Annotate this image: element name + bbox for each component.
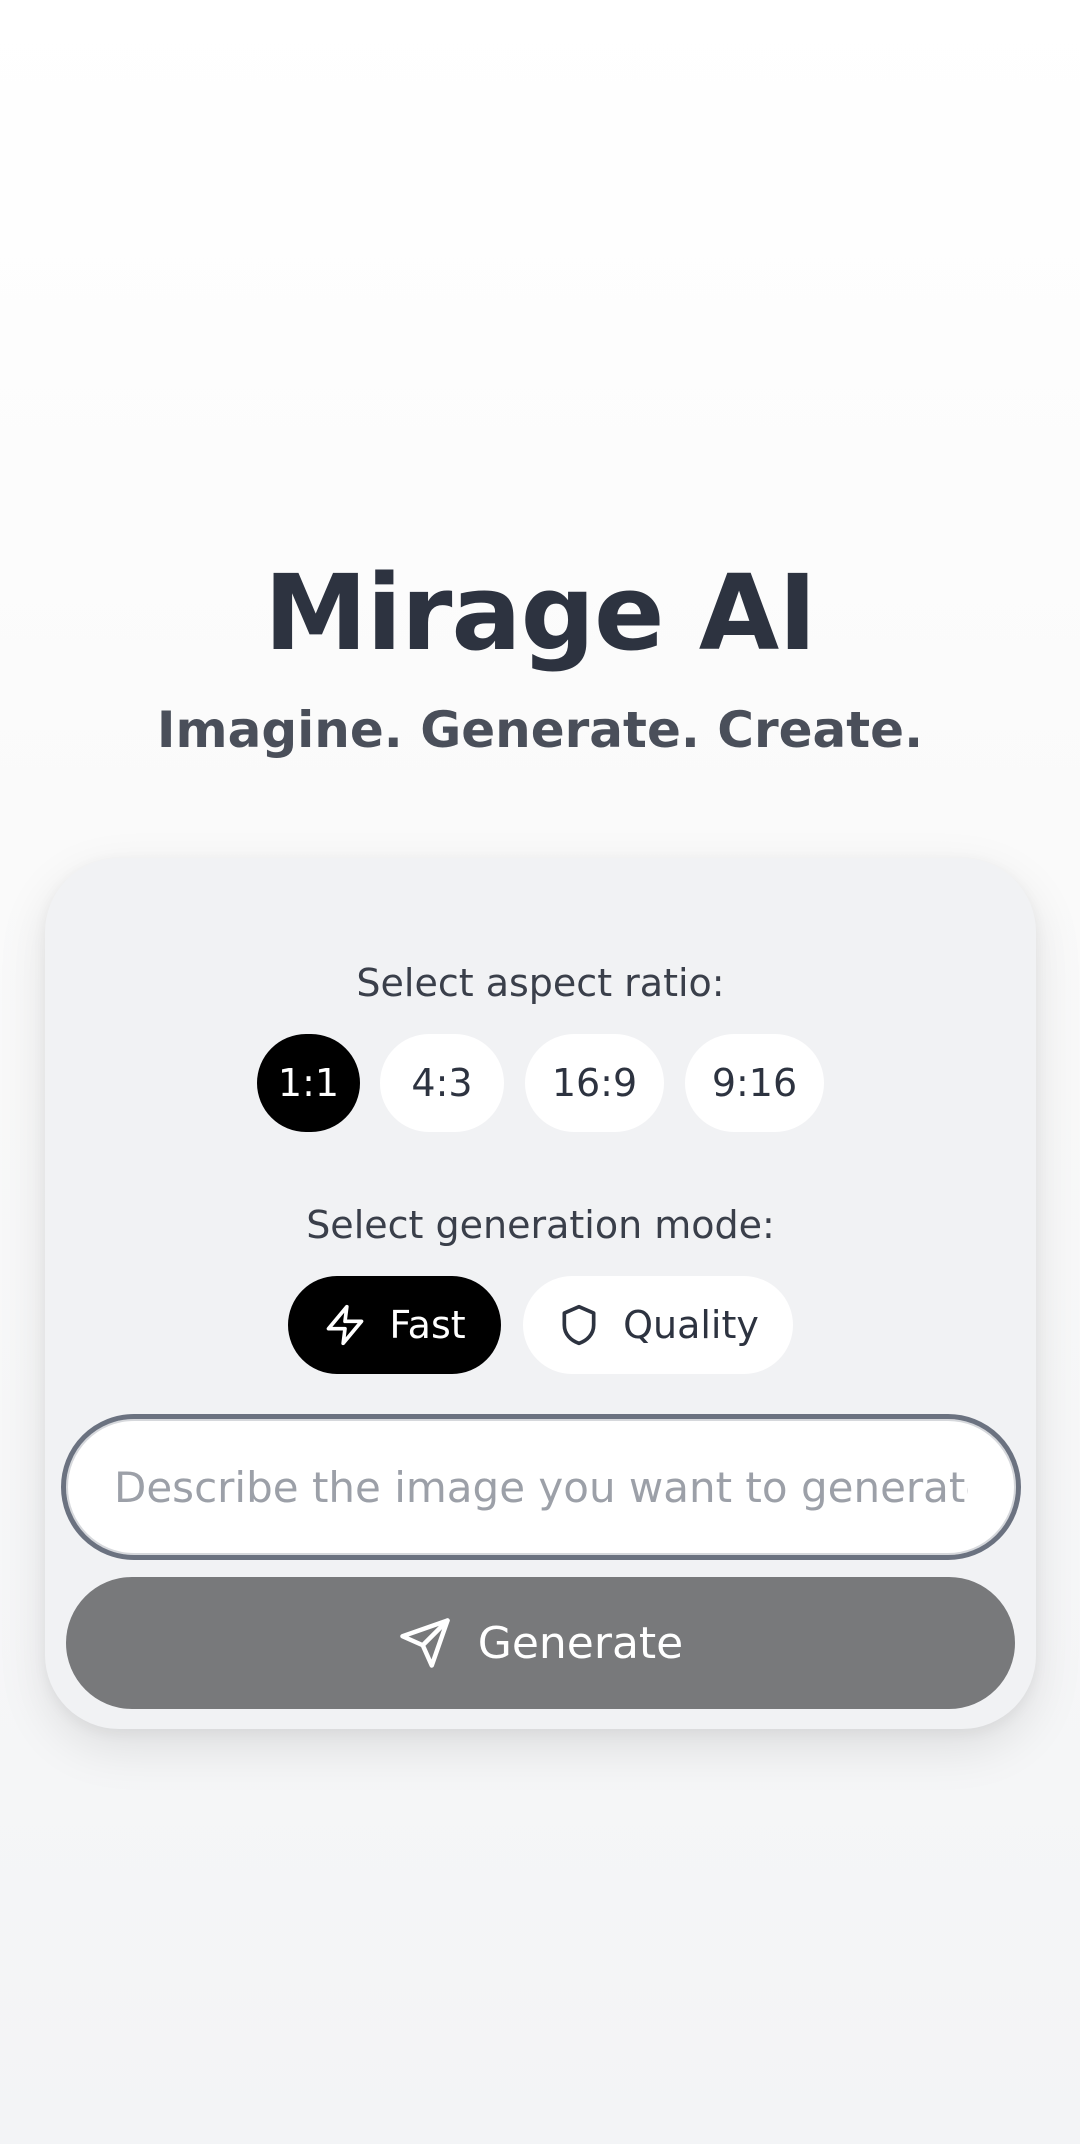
mode-option-label: Fast [389, 1303, 466, 1347]
generate-button[interactable]: Generate [66, 1577, 1015, 1709]
app-tagline: Imagine. Generate. Create. [156, 701, 924, 759]
send-icon [398, 1616, 452, 1670]
mode-option-label: Quality [623, 1303, 759, 1347]
app-title: Mirage AI [264, 552, 817, 674]
aspect-ratio-option-label: 4:3 [411, 1061, 473, 1105]
mode-option-quality[interactable]: Quality [523, 1276, 793, 1374]
aspect-ratio-option-16-9[interactable]: 16:9 [525, 1034, 664, 1132]
aspect-ratio-option-label: 16:9 [551, 1061, 638, 1105]
mode-option-fast[interactable]: Fast [288, 1276, 501, 1374]
generation-card: Select aspect ratio: 1:1 4:3 16:9 9:16 S… [45, 858, 1036, 1729]
generate-button-label: Generate [477, 1617, 684, 1669]
lightning-icon [323, 1303, 367, 1347]
aspect-ratio-option-label: 1:1 [277, 1061, 340, 1105]
generation-mode-label: Select generation mode: [306, 1203, 775, 1247]
prompt-input[interactable] [61, 1414, 1021, 1560]
shield-icon [557, 1303, 601, 1347]
aspect-ratio-option-9-16[interactable]: 9:16 [685, 1034, 824, 1132]
aspect-ratio-option-1-1[interactable]: 1:1 [257, 1034, 360, 1132]
aspect-ratio-option-label: 9:16 [711, 1061, 798, 1105]
aspect-ratio-option-4-3[interactable]: 4:3 [380, 1034, 504, 1132]
aspect-ratio-label: Select aspect ratio: [356, 961, 725, 1005]
